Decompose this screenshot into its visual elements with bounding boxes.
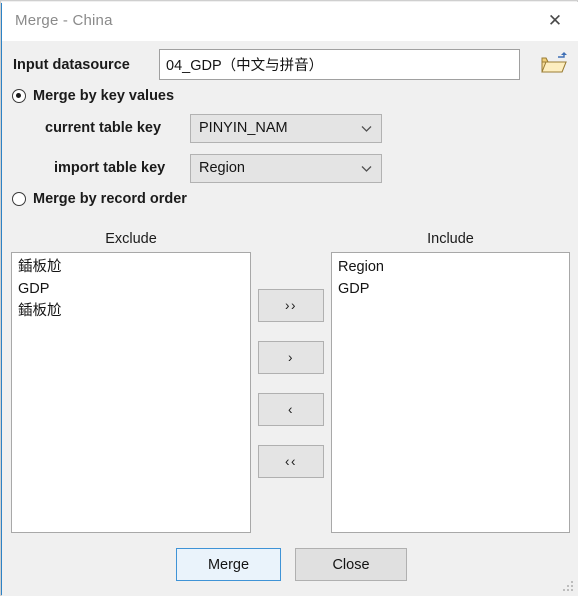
include-list-header: Include	[427, 231, 474, 247]
resize-grip[interactable]	[563, 581, 575, 593]
dialog-body: Input datasource Merge by key values cur…	[2, 41, 578, 596]
current-table-key-label: current table key	[45, 120, 162, 136]
radio-merge-by-key-values-label: Merge by key values	[33, 88, 175, 104]
current-table-key-value: PINYIN_NAM	[199, 120, 288, 136]
close-icon: ✕	[547, 11, 563, 31]
move-left-button[interactable]: ‹	[258, 393, 324, 426]
window-title: Merge - China	[15, 12, 113, 29]
list-item[interactable]: Region	[332, 256, 569, 278]
radio-merge-by-record-order-label: Merge by record order	[33, 191, 187, 207]
list-item[interactable]: GDP	[332, 278, 569, 300]
move-right-button[interactable]: ›	[258, 341, 324, 374]
close-button[interactable]: Close	[295, 548, 407, 581]
input-datasource-label: Input datasource	[13, 57, 130, 73]
list-item[interactable]: 鍤板尬	[12, 256, 250, 278]
move-all-right-button[interactable]: ››	[258, 289, 324, 322]
radio-merge-by-record-order[interactable]: Merge by record order	[12, 191, 187, 207]
radio-unchecked-icon	[12, 192, 26, 206]
import-table-key-select[interactable]: Region	[190, 154, 382, 183]
current-table-key-select[interactable]: PINYIN_NAM	[190, 114, 382, 143]
merge-dialog-screenshot: Merge - China ✕ Input datasource 04_GDP（…	[0, 0, 578, 596]
move-all-left-button[interactable]: ‹‹	[258, 445, 324, 478]
input-datasource-field[interactable]	[159, 49, 520, 80]
exclude-list-header: Exclude	[105, 231, 157, 247]
browse-datasource-button[interactable]	[540, 51, 568, 77]
import-table-key-value: Region	[199, 160, 245, 176]
radio-merge-by-key-values[interactable]: Merge by key values	[12, 88, 174, 104]
import-table-key-label: import table key	[54, 160, 166, 176]
include-listbox[interactable]: Region GDP	[331, 252, 570, 533]
radio-checked-icon	[12, 89, 26, 103]
exclude-listbox[interactable]: 鍤板尬 GDP 鍤板尬	[11, 252, 251, 533]
list-item[interactable]: 鍤板尬	[12, 300, 250, 322]
merge-dialog-window: Merge - China ✕ Input datasource 04_GDP（…	[0, 0, 578, 596]
close-window-button[interactable]: ✕	[532, 2, 578, 41]
merge-button[interactable]: Merge	[176, 548, 281, 581]
title-bar: Merge - China ✕	[2, 2, 578, 42]
chevron-down-icon	[361, 126, 372, 132]
open-folder-icon	[541, 52, 567, 73]
chevron-down-icon	[361, 166, 372, 172]
list-item[interactable]: GDP	[12, 278, 250, 300]
